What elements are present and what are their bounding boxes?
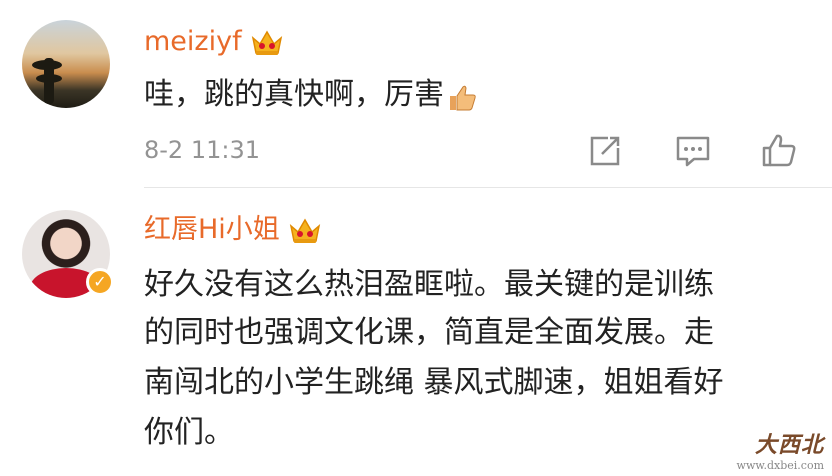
- divider: [144, 187, 832, 188]
- comment-icon[interactable]: [674, 132, 712, 170]
- comment-text: 哇，跳的真快啊，厉害: [144, 70, 478, 120]
- comment-text-line: 你们。: [144, 415, 234, 450]
- watermark: 大西北 www.dxbei.com: [737, 427, 824, 472]
- avatar[interactable]: [22, 20, 110, 108]
- verified-badge-icon: ✓: [86, 268, 114, 296]
- username-label: 红唇Hi小姐: [144, 214, 280, 245]
- watermark-url: www.dxbei.com: [736, 459, 824, 472]
- tree-decoration: [32, 58, 62, 104]
- timestamp: 8-2 11:31: [144, 136, 260, 164]
- username-label: meiziyf: [144, 26, 242, 57]
- username[interactable]: 红唇Hi小姐: [144, 214, 322, 246]
- crown-icon: [288, 216, 322, 246]
- thumbs-up-emoji-icon: [446, 80, 478, 112]
- comment-body: 哇，跳的真快啊，厉害: [144, 77, 444, 112]
- comment-text-line: 好久没有这么热泪盈眶啦。最关键的是训练: [144, 267, 714, 302]
- share-icon[interactable]: [586, 132, 624, 170]
- like-icon[interactable]: [760, 132, 798, 170]
- comment-text-line: 的同时也强调文化课，简直是全面发展。走: [144, 315, 714, 350]
- username[interactable]: meiziyf: [144, 26, 284, 58]
- crown-icon: [250, 28, 284, 58]
- watermark-logo: 大西北: [754, 432, 824, 458]
- comment-text-line: 南闯北的小学生跳绳 暴风式脚速，姐姐看好: [144, 365, 724, 400]
